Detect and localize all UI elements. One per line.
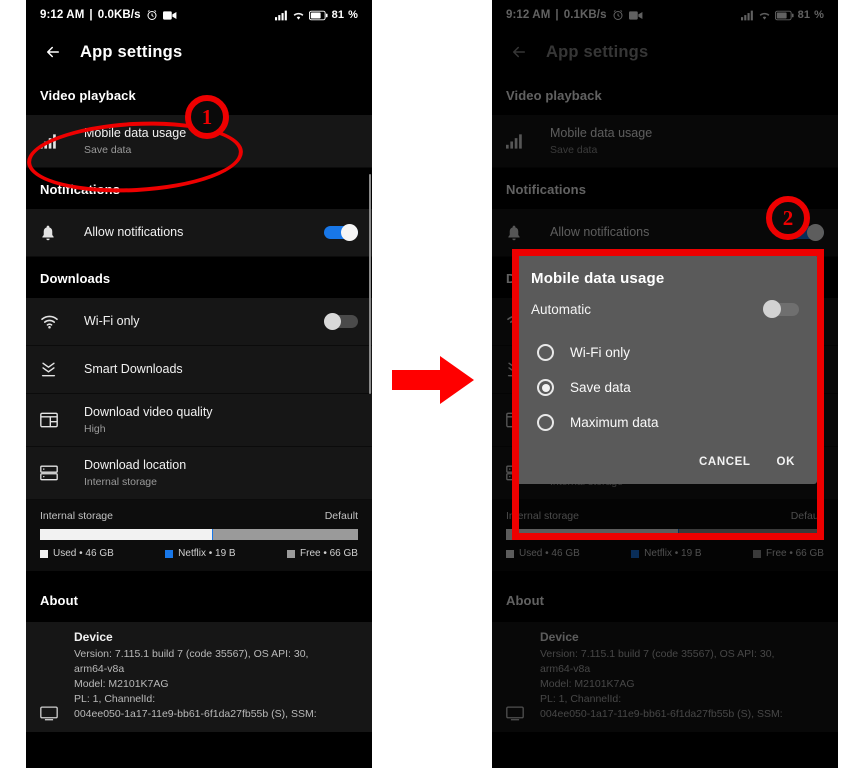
- about-line-arch: arm64-v8a: [74, 662, 125, 675]
- row-subtitle: Internal storage: [84, 475, 157, 488]
- storage-bar-free: [212, 529, 358, 540]
- flow-arrow-icon: [390, 352, 476, 413]
- screen-record-icon: [162, 10, 177, 21]
- status-time: 9:12 AM: [40, 9, 85, 21]
- row-text: Download location Internal storage: [84, 457, 358, 489]
- device-icon: [40, 705, 58, 726]
- status-bar-right: 81 %: [274, 9, 358, 21]
- row-text: Allow notifications: [84, 224, 324, 241]
- row-title: Smart Downloads: [84, 362, 183, 377]
- video-quality-icon: [40, 412, 70, 428]
- cellular-signal-icon: [274, 10, 288, 21]
- status-bar-left: 9:12 AM | 0.0KB/s: [40, 9, 177, 21]
- about-device-title: Device: [74, 630, 113, 644]
- annotation-marker-2: 2: [766, 196, 810, 240]
- toggle-allow-notifications[interactable]: [324, 224, 358, 241]
- alarm-clock-icon: [146, 9, 158, 21]
- row-download-video-quality[interactable]: Download video quality High: [26, 394, 372, 447]
- toggle-knob: [324, 313, 341, 330]
- status-net-speed: 0.0KB/s: [97, 9, 141, 21]
- row-title: Allow notifications: [84, 225, 184, 240]
- toggle-knob: [341, 224, 358, 241]
- about-line-channel: PL: 1, ChannelId:: [74, 692, 156, 705]
- legend-item-netflix: Netflix • 19 B: [165, 548, 236, 559]
- row-text: Smart Downloads: [84, 361, 358, 378]
- battery-icon: [308, 10, 328, 21]
- section-header-downloads: Downloads: [26, 257, 372, 298]
- about-line-model: Model: M2101K7AG: [74, 677, 169, 690]
- legend-item-used: Used • 46 GB: [40, 548, 114, 559]
- row-title: Download location: [84, 457, 187, 472]
- page-title: App settings: [80, 42, 183, 61]
- legend-swatch: [287, 549, 295, 558]
- annotation-marker-1: 1: [185, 95, 229, 139]
- app-bar: App settings: [26, 30, 372, 74]
- battery-percent-mark: %: [348, 9, 358, 21]
- storage-value: Default: [324, 510, 358, 522]
- toggle-wifi-only[interactable]: [324, 313, 358, 330]
- row-smart-downloads[interactable]: Smart Downloads: [26, 346, 372, 394]
- smart-downloads-icon: [40, 361, 70, 378]
- row-subtitle: High: [84, 422, 106, 435]
- row-allow-notifications[interactable]: Allow notifications: [26, 209, 372, 257]
- storage-icon: [40, 465, 70, 481]
- row-title: Download video quality: [84, 404, 213, 419]
- legend-text: Free • 66 GB: [300, 548, 358, 559]
- legend-text: Used • 46 GB: [53, 548, 114, 559]
- battery-level: 81: [331, 9, 345, 21]
- legend-text: Netflix • 19 B: [178, 548, 236, 559]
- wifi-icon: [292, 10, 305, 21]
- row-text: Download video quality High: [84, 404, 358, 436]
- storage-summary: Internal storage Default Used • 46 GB Ne…: [26, 500, 372, 571]
- storage-bar: [40, 529, 358, 540]
- annotation-box-dialog: [512, 249, 824, 540]
- scrollbar-thumb[interactable]: [368, 174, 371, 394]
- storage-label: Internal storage: [40, 510, 113, 522]
- legend-swatch: [165, 549, 174, 558]
- about-line-version: Version: 7.115.1 build 7 (code 35567), O…: [74, 648, 309, 660]
- back-arrow-icon[interactable]: [40, 39, 66, 65]
- about-device-block[interactable]: Device Version: 7.115.1 build 7 (code 35…: [26, 622, 372, 732]
- storage-header: Internal storage Default: [40, 510, 358, 522]
- legend-swatch: [40, 549, 48, 558]
- section-header-about: About: [26, 571, 372, 622]
- status-bar: 9:12 AM | 0.0KB/s 81 %: [26, 0, 372, 30]
- wifi-icon: [40, 314, 70, 329]
- legend-item-free: Free • 66 GB: [287, 548, 358, 559]
- row-download-location[interactable]: Download location Internal storage: [26, 447, 372, 500]
- row-text: Wi-Fi only: [84, 313, 324, 330]
- storage-bar-used: [40, 529, 212, 540]
- status-separator: |: [89, 9, 93, 21]
- bell-icon: [40, 224, 70, 242]
- storage-legend: Used • 46 GB Netflix • 19 B Free • 66 GB: [40, 548, 358, 559]
- row-wifi-only[interactable]: Wi-Fi only: [26, 298, 372, 346]
- about-line-channel-id: 004ee050-1a17-11e9-bb61-6f1da27fb55b (S)…: [74, 707, 317, 720]
- row-title: Wi-Fi only: [84, 314, 140, 329]
